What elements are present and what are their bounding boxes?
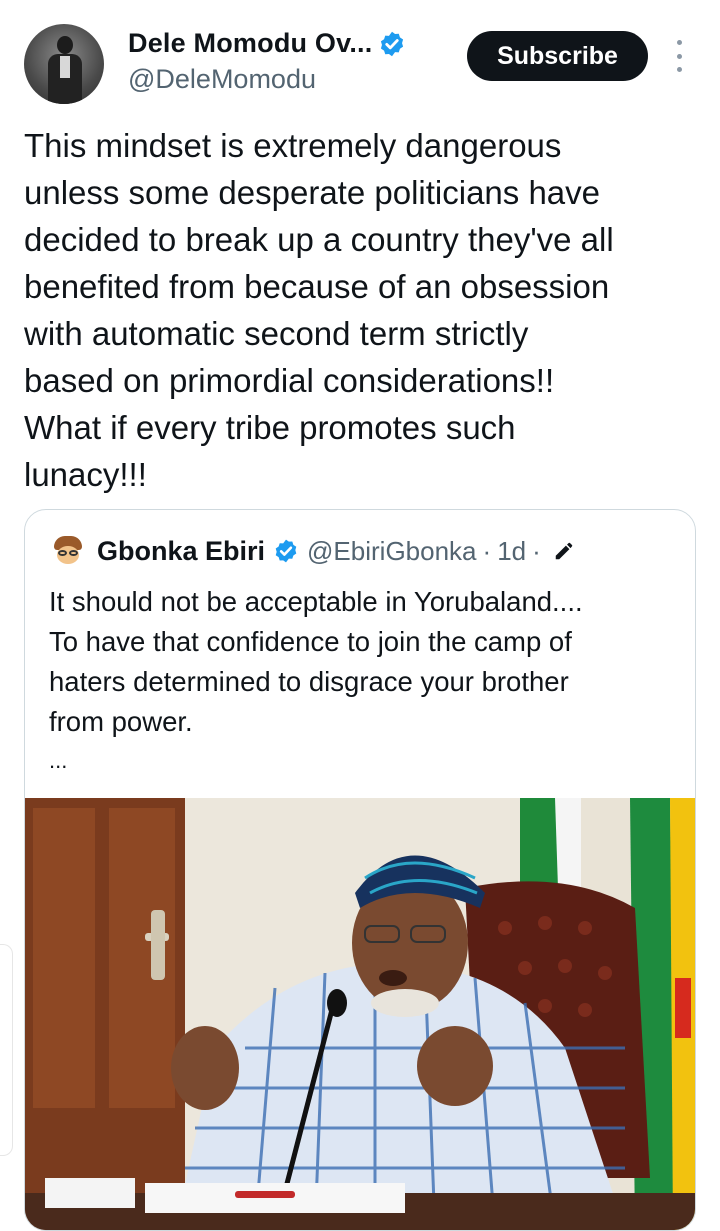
- author-avatar[interactable]: [24, 24, 104, 104]
- quoted-tweet-image[interactable]: [25, 798, 695, 1230]
- author-display-name[interactable]: Dele Momodu Ov...: [128, 28, 372, 59]
- quoted-tweet-text: It should not be acceptable in Yorubalan…: [49, 586, 583, 737]
- edit-pencil-icon: [555, 542, 573, 560]
- separator-dot: ·: [532, 535, 541, 566]
- subscribe-button[interactable]: Subscribe: [467, 31, 648, 81]
- author-handle[interactable]: @DeleMomodu: [128, 64, 316, 95]
- scroll-edge-element: [0, 944, 13, 1156]
- verified-badge-icon: [275, 539, 297, 563]
- photo-man-speaking-at-desk: [25, 798, 695, 1230]
- more-vertical-icon[interactable]: [672, 40, 686, 72]
- quoted-author-handle[interactable]: @EbiriGbonka: [307, 536, 476, 567]
- tweet-header: Dele Momodu Ov... @DeleMomodu Subscribe: [0, 0, 720, 110]
- quoted-author-name[interactable]: Gbonka Ebiri: [97, 536, 265, 567]
- quoted-tweet-time[interactable]: 1d: [497, 536, 526, 567]
- verified-badge-icon: [381, 31, 404, 56]
- separator-dot: ·: [482, 535, 492, 566]
- quoted-tweet-header: Gbonka Ebiri @EbiriGbonka · 1d ·: [51, 534, 575, 568]
- tweet-text: This mindset is extremely dangerous unle…: [24, 127, 614, 493]
- quoted-tweet-card[interactable]: Gbonka Ebiri @EbiriGbonka · 1d · It shou…: [24, 509, 696, 1231]
- quoted-author-avatar[interactable]: [51, 534, 85, 568]
- author-name-row: Dele Momodu Ov...: [128, 28, 406, 59]
- quoted-tweet-truncation[interactable]: ...: [49, 748, 67, 774]
